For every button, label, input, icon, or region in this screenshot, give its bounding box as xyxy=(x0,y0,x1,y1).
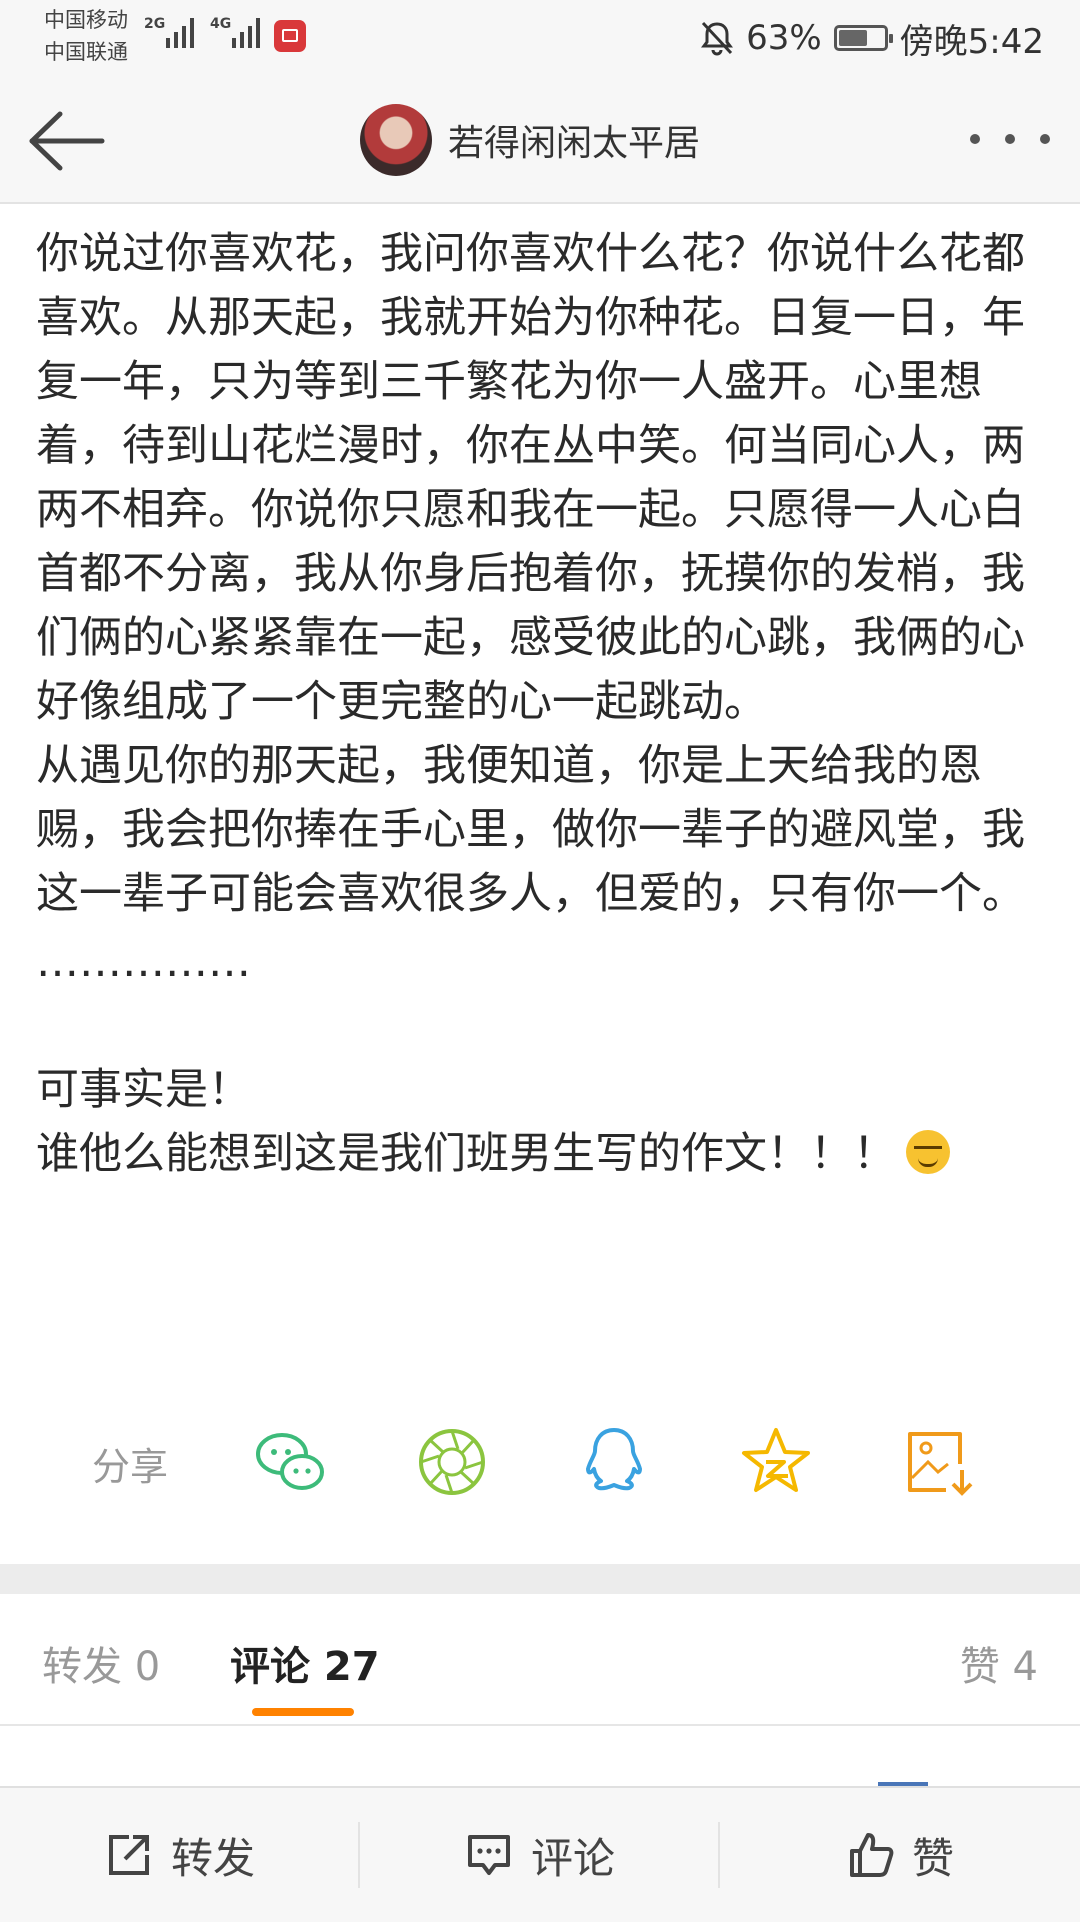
more-button[interactable] xyxy=(970,124,1050,154)
battery-icon xyxy=(833,25,893,51)
repost-icon xyxy=(108,1835,149,1875)
article-body: 你说过你喜欢花，我问你喜欢什么花？你说什么花都喜欢。从那天起，我就开始为你种花。… xyxy=(36,222,1046,1186)
more-dot-icon xyxy=(1005,134,1015,144)
nav-bar: 若得闲闲太平居 xyxy=(0,80,1080,204)
share-label: 分享 xyxy=(92,1445,169,1489)
engagement-tabs: 转发 0 评论 27 赞 4 xyxy=(0,1594,1080,1726)
article-paragraph: 你说过你喜欢花，我问你喜欢什么花？你说什么花都喜欢。从那天起，我就开始为你种花。… xyxy=(36,229,1025,727)
tab-repost[interactable]: 转发 0 xyxy=(42,1634,160,1692)
article-paragraph: 可事实是！ xyxy=(36,1065,251,1115)
like-label: 赞 xyxy=(911,1833,954,1883)
back-button[interactable] xyxy=(26,106,106,176)
book-app-icon xyxy=(274,20,306,52)
carrier-2: 中国联通 xyxy=(44,40,128,64)
tab-comments[interactable]: 评论 27 xyxy=(230,1634,380,1692)
sweat-smile-emoji-icon xyxy=(906,1130,950,1174)
comment-icon xyxy=(467,1835,510,1875)
share-row: 分享 xyxy=(0,1410,1080,1510)
signal-bars-icon xyxy=(232,14,266,48)
back-arrow-icon xyxy=(29,111,105,171)
battery-fill xyxy=(838,30,867,46)
carrier-1: 中国移动 xyxy=(44,8,128,32)
thumbs-up-icon xyxy=(849,1833,894,1877)
article-spacer xyxy=(36,994,1046,1058)
wechat-icon[interactable] xyxy=(252,1424,328,1500)
status-right: 63% 傍晚5:42 xyxy=(700,14,1044,62)
status-bar: 中国移动 中国联通 2G 4G 63% 傍晚5:42 xyxy=(0,0,1080,80)
signal-bars-icon xyxy=(166,14,200,48)
article-paragraph: 从遇见你的那天起，我便知道，你是上天给我的恩赐，我会把你捧在手心里，做你一辈子的… xyxy=(36,741,1025,919)
network-type-1: 2G xyxy=(144,16,166,32)
article-paragraph: 谁他么能想到这是我们班男生写的作文！！！ xyxy=(36,1129,896,1179)
battery-percent: 63% xyxy=(746,18,822,58)
avatar[interactable] xyxy=(360,104,432,176)
section-divider xyxy=(0,1564,1080,1594)
save-image-icon[interactable] xyxy=(900,1424,976,1500)
more-dot-icon xyxy=(1040,134,1050,144)
qq-icon[interactable] xyxy=(576,1424,652,1500)
like-button[interactable]: 赞 xyxy=(720,1788,1080,1922)
status-time: 傍晚5:42 xyxy=(899,21,1044,62)
repost-button[interactable]: 转发 xyxy=(0,1788,360,1922)
bottom-action-bar: 转发 评论 赞 xyxy=(0,1786,1080,1922)
tab-likes[interactable]: 赞 4 xyxy=(960,1634,1038,1692)
network-type-2: 4G xyxy=(210,16,232,32)
article-ellipsis: …………… xyxy=(36,937,251,987)
comment-button[interactable]: 评论 xyxy=(360,1788,720,1922)
tab-active-indicator xyxy=(252,1708,354,1716)
qzone-icon[interactable] xyxy=(738,1424,814,1500)
moments-icon[interactable] xyxy=(414,1424,490,1500)
repost-label: 转发 xyxy=(170,1833,255,1883)
more-dot-icon xyxy=(970,134,980,144)
nav-title[interactable]: 若得闲闲太平居 xyxy=(448,114,700,166)
comment-label: 评论 xyxy=(530,1833,615,1883)
article-last-line: 谁他么能想到这是我们班男生写的作文！！！ xyxy=(36,1122,1046,1186)
mute-bell-icon xyxy=(701,21,734,56)
